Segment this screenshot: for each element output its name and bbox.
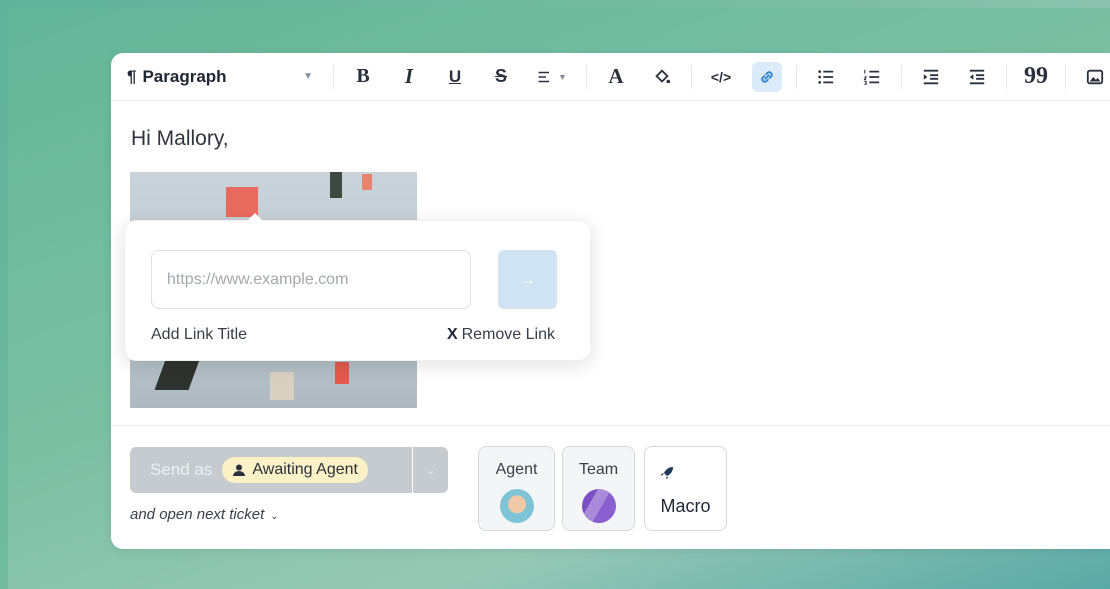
link-button[interactable]: [752, 61, 782, 92]
greeting-text: Hi Mallory,: [131, 127, 229, 150]
outdent-icon: [969, 69, 985, 84]
popup-pointer: [247, 213, 263, 221]
assign-agent-tile[interactable]: Agent: [478, 446, 555, 531]
status-badge: Awaiting Agent: [222, 457, 368, 483]
send-options-dropdown[interactable]: ⌄: [413, 447, 448, 493]
toolbar-divider: [901, 64, 902, 89]
composer-divider: [111, 425, 1110, 426]
bold-button[interactable]: B: [348, 62, 378, 92]
chevron-down-icon: ⌄: [425, 463, 436, 477]
align-left-icon: [538, 71, 550, 82]
toolbar-divider: [796, 64, 797, 89]
align-dropdown[interactable]: ▼: [532, 62, 572, 92]
url-input[interactable]: [151, 250, 471, 309]
agent-label: Agent: [495, 461, 538, 478]
open-next-ticket-toggle[interactable]: and open next ticket ⌄: [130, 506, 279, 523]
bullet-list-button[interactable]: [811, 62, 841, 92]
caret-down-icon: ▼: [558, 71, 567, 82]
pilcrow-icon: ¶: [127, 66, 137, 86]
remove-link-label: Remove Link: [461, 326, 555, 343]
block-style-label: Paragraph: [142, 66, 227, 86]
toolbar-divider: [1006, 64, 1007, 89]
chevron-down-icon: ⌄: [270, 511, 279, 522]
close-icon: X: [446, 326, 458, 343]
assign-team-tile[interactable]: Team: [562, 446, 635, 531]
open-next-label: and open next ticket: [130, 506, 265, 523]
sticky-note-shape: [270, 372, 294, 400]
link-icon: [761, 70, 773, 83]
toolbar-divider: [333, 64, 334, 89]
status-label: Awaiting Agent: [252, 461, 358, 478]
rocket-icon: [661, 467, 673, 479]
highlight-button[interactable]: [647, 62, 677, 92]
image-icon: [1086, 69, 1104, 84]
link-editor-popup: → Add Link Title XRemove Link: [124, 213, 591, 361]
sticky-note-shape: [335, 362, 349, 384]
numbered-list-button[interactable]: [857, 62, 887, 92]
indent-button[interactable]: [916, 62, 946, 92]
italic-button[interactable]: I: [394, 62, 424, 92]
toolbar-divider: [691, 64, 692, 89]
toolbar-divider: [586, 64, 587, 89]
formatting-toolbar: ¶ Paragraph ▼ B I U S ▼ A </> 99: [111, 53, 1110, 101]
code-button[interactable]: </>: [706, 62, 736, 92]
team-label: Team: [578, 461, 619, 478]
sticky-note-shape: [362, 174, 372, 190]
add-link-title-button[interactable]: Add Link Title: [151, 326, 247, 344]
team-avatar: [581, 489, 616, 523]
outdent-button[interactable]: [962, 62, 992, 92]
sticky-note-shape: [330, 172, 342, 198]
send-as-label: Send as: [150, 460, 213, 479]
insert-image-button[interactable]: [1080, 62, 1110, 92]
caret-down-icon: ▼: [303, 71, 313, 82]
underline-button[interactable]: U: [440, 62, 470, 92]
block-style-dropdown[interactable]: ¶ Paragraph ▼: [127, 62, 327, 92]
bullet-list-icon: [818, 69, 834, 84]
sticky-note-shape: [154, 360, 200, 390]
apply-link-button[interactable]: →: [498, 250, 557, 309]
blockquote-button[interactable]: 99: [1021, 62, 1051, 92]
indent-icon: [923, 69, 939, 84]
font-color-button[interactable]: A: [601, 62, 631, 92]
strikethrough-button[interactable]: S: [486, 62, 516, 92]
paint-bucket-icon: [655, 68, 671, 83]
macro-tile[interactable]: Macro: [644, 446, 727, 531]
numbered-list-icon: [863, 69, 880, 85]
macro-label: Macro: [660, 496, 711, 516]
agent-avatar: [499, 489, 534, 523]
remove-link-button[interactable]: X Remove Link: [447, 326, 555, 344]
send-as-button[interactable]: Send as Awaiting Agent: [130, 447, 412, 493]
user-icon: [233, 464, 246, 476]
toolbar-divider: [1065, 64, 1066, 89]
